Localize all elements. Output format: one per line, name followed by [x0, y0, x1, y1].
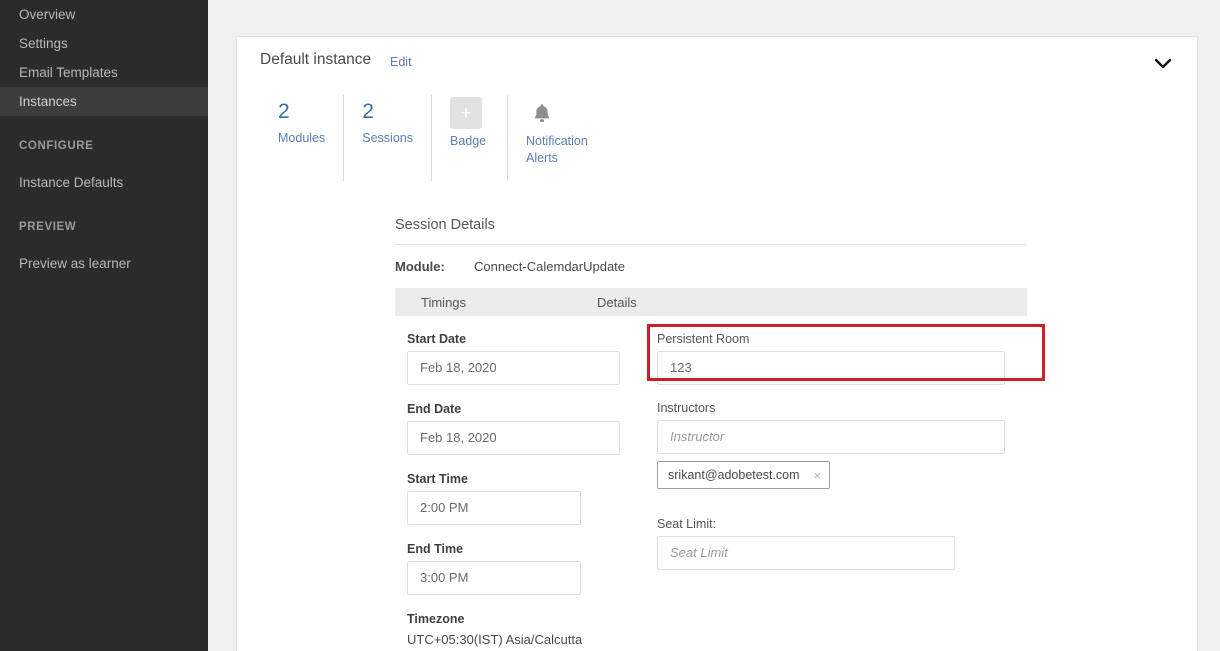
module-label: Module:	[395, 259, 445, 274]
bell-icon	[526, 97, 558, 129]
stat-modules-value: 2	[278, 100, 290, 123]
page-title: Default instance	[260, 51, 372, 68]
sidebar-item-settings[interactable]: Settings	[0, 29, 208, 58]
add-badge-button[interactable]: +	[449, 97, 482, 129]
stat-badge-label: Badge	[449, 134, 487, 148]
stat-notification-alerts-label: Notification Alerts	[525, 134, 588, 165]
instructors-label: Instructors	[657, 401, 716, 415]
instructor-chip: srikant@adobetest.com ×	[657, 461, 831, 489]
details-column: Persistent Room 123 Instructors Instruct…	[647, 324, 1045, 570]
start-time-input[interactable]: 2:00 PM	[407, 491, 581, 525]
end-time-label: End Time	[407, 542, 464, 556]
persistent-room-label: Persistent Room	[657, 332, 750, 346]
seat-limit-label: Seat Limit:	[657, 517, 717, 531]
app-root: Overview Settings Email Templates Instan…	[0, 0, 1220, 651]
stat-modules[interactable]: 2 Modules	[260, 95, 343, 181]
module-value: Connect-CalemdarUpdate	[474, 259, 626, 274]
sidebar-item-email-templates[interactable]: Email Templates	[0, 58, 208, 87]
close-icon[interactable]: ×	[814, 469, 822, 482]
stat-sessions[interactable]: 2 Sessions	[343, 95, 431, 181]
timings-column: Start Date Feb 18, 2020 End Date Feb 18,…	[407, 332, 627, 647]
persistent-room-group: Persistent Room 123	[647, 324, 1045, 393]
stat-sessions-value: 2	[362, 100, 374, 123]
end-time-input[interactable]: 3:00 PM	[407, 561, 581, 595]
session-details-panel: Session Details Module: Connect-Calemdar…	[395, 217, 1045, 651]
stat-modules-label: Modules	[278, 131, 326, 145]
edit-link[interactable]: Edit	[390, 55, 412, 69]
start-date-input[interactable]: Feb 18, 2020	[407, 351, 620, 385]
start-time-label: Start Time	[407, 472, 468, 486]
instructor-input[interactable]: Instructor	[657, 420, 1005, 454]
session-form: Start Date Feb 18, 2020 End Date Feb 18,…	[395, 324, 1045, 651]
chevron-down-icon[interactable]	[1154, 57, 1172, 69]
instance-stats: 2 Modules 2 Sessions + Badge Notificatio…	[260, 95, 606, 181]
sidebar-item-instance-defaults[interactable]: Instance Defaults	[0, 168, 208, 197]
sidebar: Overview Settings Email Templates Instan…	[0, 0, 208, 651]
tab-timings[interactable]: Timings	[395, 295, 466, 310]
seat-limit-input[interactable]: Seat Limit	[657, 536, 955, 570]
sidebar-heading-configure: CONFIGURE	[19, 140, 94, 152]
instance-card: Default instance Edit 2 Modules 2 Sessio…	[236, 36, 1198, 651]
sidebar-item-instances[interactable]: Instances	[0, 87, 208, 116]
session-tabs: Timings Details	[395, 288, 1027, 316]
stat-notification-alerts[interactable]: Notification Alerts	[506, 95, 606, 181]
session-details-title: Session Details	[395, 217, 1027, 245]
start-date-label: Start Date	[407, 332, 467, 346]
timezone-value: UTC+05:30(IST) Asia/Calcutta	[407, 632, 583, 647]
plus-icon: +	[460, 102, 472, 124]
module-row: Module: Connect-CalemdarUpdate	[395, 259, 1027, 274]
timezone-label: Timezone	[407, 612, 465, 626]
sidebar-item-preview-as-learner[interactable]: Preview as learner	[0, 249, 208, 278]
sidebar-heading-preview: PREVIEW	[19, 221, 77, 233]
tab-details[interactable]: Details	[597, 295, 637, 310]
end-date-input[interactable]: Feb 18, 2020	[407, 421, 620, 455]
instructor-chip-label: srikant@adobetest.com	[668, 468, 800, 482]
stat-sessions-label: Sessions	[362, 131, 413, 145]
card-header: Default instance Edit	[237, 37, 1197, 89]
sidebar-item-overview[interactable]: Overview	[0, 0, 208, 29]
end-date-label: End Date	[407, 402, 462, 416]
persistent-room-input[interactable]: 123	[657, 351, 1005, 385]
stat-badge[interactable]: + Badge	[430, 95, 507, 181]
